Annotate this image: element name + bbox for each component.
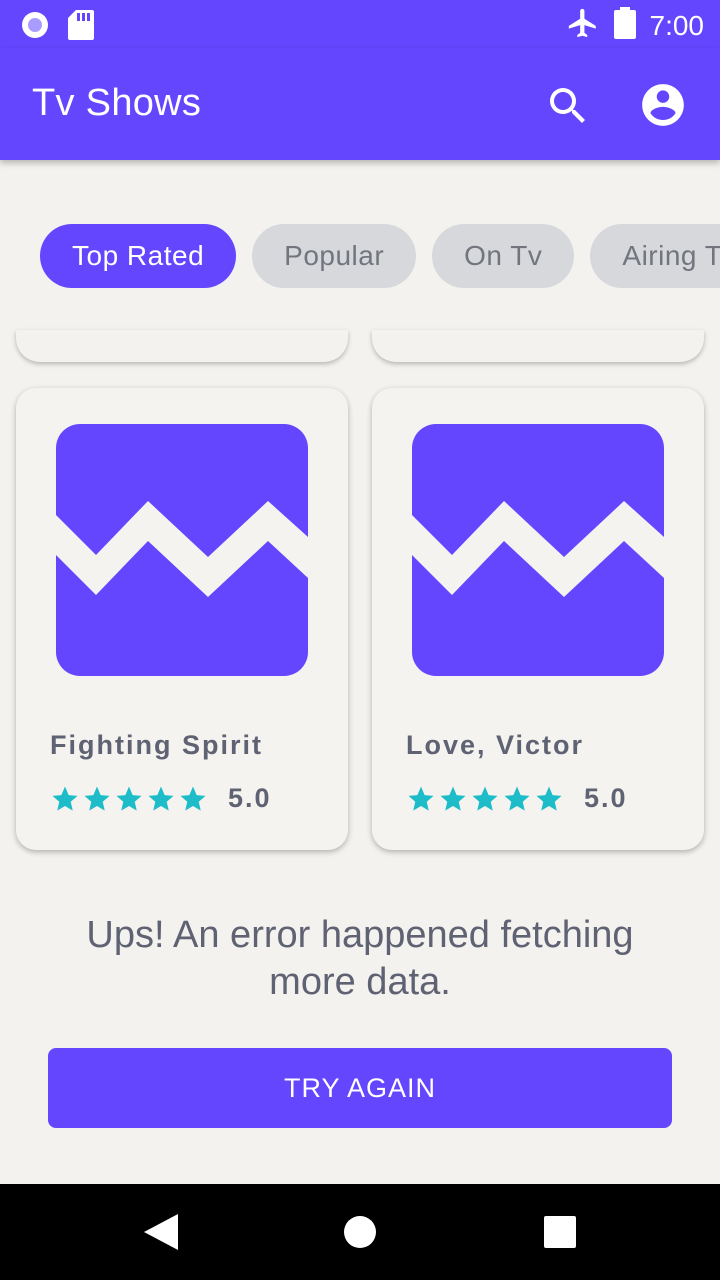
show-title: Love, Victor (406, 730, 585, 760)
star-icon (440, 786, 466, 811)
rating: 5.0 (50, 783, 272, 814)
page-title: Tv Shows (32, 82, 202, 124)
star-icon (180, 786, 206, 811)
search-icon (550, 88, 585, 123)
star-rating (406, 784, 564, 814)
card-partial-right[interactable] (372, 330, 704, 362)
search-button[interactable] (544, 82, 592, 130)
error-message: Ups! An error happened fetching more dat… (86, 914, 634, 1003)
star-icon (536, 786, 562, 811)
account-icon (642, 84, 684, 126)
home-button[interactable] (344, 1216, 376, 1253)
rating-value: 5.0 (228, 783, 272, 813)
airplane-icon (566, 6, 600, 45)
recents-icon (544, 1216, 576, 1248)
star-icon (116, 786, 142, 811)
card-partial-left[interactable] (16, 330, 348, 362)
star-icon (472, 786, 498, 811)
show-card[interactable]: Love, Victor 5.0 (372, 388, 704, 850)
star-icon (52, 786, 78, 811)
app-bar: Tv Shows (0, 48, 720, 160)
chip-airing[interactable]: Airing T (590, 224, 720, 288)
broken-image-icon (412, 424, 664, 676)
chip-top-rated[interactable]: Top Rated (40, 224, 237, 288)
notification-dot-icon (20, 10, 50, 45)
star-icon (504, 786, 530, 811)
rating-value: 5.0 (584, 783, 628, 813)
star-icon (84, 786, 110, 811)
try-again-button[interactable]: TRY AGAIN (48, 1048, 672, 1128)
home-icon (344, 1216, 376, 1248)
status-time: 7:00 (649, 9, 705, 41)
back-button[interactable] (144, 1214, 178, 1255)
chip-on-tv[interactable]: On Tv (432, 224, 575, 288)
chip-popular[interactable]: Popular (252, 224, 417, 288)
broken-image-icon (56, 424, 308, 676)
sd-card-icon (68, 10, 94, 45)
star-icon (148, 786, 174, 811)
category-chips: Top Rated Popular On Tv Airing T (40, 224, 720, 288)
navigation-bar (0, 1184, 720, 1280)
status-bar: 7:00 (0, 0, 720, 48)
star-rating (50, 784, 208, 814)
battery-icon (613, 7, 636, 44)
back-icon (144, 1214, 178, 1250)
account-button[interactable] (638, 80, 688, 130)
show-title: Fighting Spirit (50, 730, 263, 760)
rating: 5.0 (406, 783, 628, 814)
star-icon (408, 786, 434, 811)
recents-button[interactable] (544, 1216, 576, 1253)
show-card[interactable]: Fighting Spirit 5.0 (16, 388, 348, 850)
